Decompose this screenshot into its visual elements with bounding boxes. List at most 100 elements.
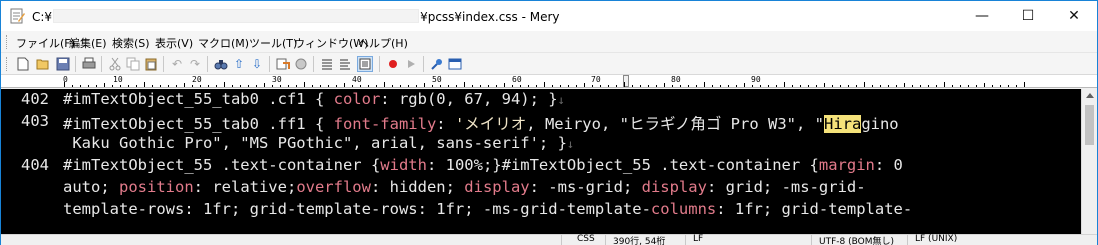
title-bar[interactable]: C:¥ ¥pcss¥index.css - Mery — ☐ ✕	[1, 1, 1097, 31]
cut-icon[interactable]	[107, 56, 123, 72]
status-encoding[interactable]: UTF-8 (BOM無し)	[819, 234, 894, 245]
ruler-tick	[496, 85, 497, 87]
ruler-tick	[408, 85, 409, 87]
copy-icon[interactable]	[125, 56, 141, 72]
ruler-tick	[520, 85, 521, 87]
code-line: #imTextObject_55 .text-container {width:…	[63, 156, 903, 174]
new-file-icon[interactable]	[15, 56, 31, 72]
ruler-tick	[256, 85, 257, 87]
ruler-tick	[992, 85, 993, 87]
ruler-tick	[192, 85, 193, 87]
ruler-tick	[968, 85, 969, 87]
replace-icon[interactable]	[275, 56, 291, 72]
ruler-tick	[1000, 85, 1001, 87]
menu-search[interactable]: 検索(S)	[112, 35, 150, 51]
ruler-tick	[216, 85, 217, 87]
open-folder-icon[interactable]	[35, 56, 51, 72]
ruler-tick	[1008, 85, 1009, 87]
ruler-tick	[72, 85, 73, 87]
record-macro-icon[interactable]	[385, 56, 401, 72]
ruler-tick	[808, 85, 809, 87]
ruler-tick	[536, 85, 537, 87]
ruler-tick	[976, 85, 977, 87]
search-highlight: Hira	[823, 115, 862, 133]
menu-view[interactable]: 表示(V)	[155, 35, 193, 51]
fullscreen-icon[interactable]	[357, 56, 373, 72]
status-syntax[interactable]: CSS	[577, 234, 595, 244]
find-prev-icon[interactable]: ⇧	[231, 56, 247, 72]
ruler-label: 40	[352, 75, 362, 84]
menu-tools[interactable]: ツール(T)	[249, 35, 297, 51]
minimize-button[interactable]: —	[959, 1, 1005, 30]
mark-icon[interactable]	[293, 56, 309, 72]
ruler-tick	[200, 85, 201, 87]
pin-icon[interactable]	[429, 56, 445, 72]
ruler-tick	[1016, 85, 1017, 87]
menu-file[interactable]: ファイル(F)	[16, 35, 75, 51]
ruler-tick	[232, 85, 233, 87]
ruler-tick	[384, 82, 385, 87]
status-eol-mode[interactable]: LF (UNIX)	[915, 234, 957, 244]
find-icon[interactable]	[213, 56, 229, 72]
ruler-tick	[128, 85, 129, 87]
scroll-up-arrow-icon[interactable]	[1086, 93, 1094, 98]
wrap-icon[interactable]	[319, 56, 335, 72]
paste-icon[interactable]	[143, 56, 159, 72]
toolbar-separator	[313, 56, 314, 72]
window-icon[interactable]	[447, 56, 463, 72]
ruler-tick	[928, 85, 929, 87]
ruler-tick	[1024, 82, 1025, 87]
print-icon[interactable]	[81, 56, 97, 72]
code-line: #imTextObject_55_tab0 .cf1 { color: rgb(…	[63, 90, 565, 108]
ruler-tick	[704, 82, 705, 87]
menu-macro[interactable]: マクロ(M)	[198, 35, 249, 51]
menu-edit[interactable]: 編集(E)	[69, 35, 107, 51]
ruler-tick	[680, 85, 681, 87]
scrollbar-thumb[interactable]	[1085, 105, 1094, 145]
line-number: 404	[21, 156, 49, 174]
ruler-tick	[528, 85, 529, 87]
ruler-tick	[616, 85, 617, 87]
toolbar-separator	[75, 56, 76, 72]
toolbar-separator	[269, 56, 270, 72]
wrap-window-icon[interactable]	[337, 56, 353, 72]
ruler-tick	[736, 85, 737, 87]
close-button[interactable]: ✕	[1051, 1, 1097, 30]
ruler-tick	[552, 85, 553, 87]
ruler-tick	[312, 85, 313, 87]
find-next-icon[interactable]: ⇩	[249, 56, 265, 72]
ruler-label: 50	[432, 75, 442, 84]
ruler-tick	[896, 85, 897, 87]
window-title: C:¥ ¥pcss¥index.css - Mery	[32, 9, 560, 24]
ruler-tick	[368, 85, 369, 87]
ruler-tick	[960, 85, 961, 87]
ruler-tick	[792, 85, 793, 87]
menu-grip	[6, 35, 9, 49]
ruler-tick	[448, 85, 449, 87]
toolbar-separator	[207, 56, 208, 72]
play-macro-icon[interactable]	[403, 56, 419, 72]
ruler-tick	[696, 85, 697, 87]
status-separator	[561, 235, 562, 245]
undo-icon[interactable]: ↶	[169, 56, 185, 72]
ruler-tick	[768, 85, 769, 87]
ruler-tick	[88, 85, 89, 87]
menu-help[interactable]: ヘルプ(H)	[358, 35, 408, 51]
mery-app-icon	[10, 8, 25, 24]
ruler-tick	[472, 85, 473, 87]
maximize-button[interactable]: ☐	[1005, 1, 1051, 30]
ruler-tick	[944, 82, 945, 87]
ruler-tick	[488, 85, 489, 87]
status-cursor-position: 390行, 54桁	[613, 237, 666, 245]
status-bar: CSS 390行, 54桁 LF UTF-8 (BOM無し) LF (UNIX)	[1, 234, 1097, 245]
status-newline[interactable]: LF	[693, 234, 703, 244]
status-separator	[605, 235, 606, 245]
ruler-tick	[264, 83, 265, 87]
vertical-scrollbar[interactable]	[1081, 89, 1097, 234]
ruler-tick	[936, 85, 937, 87]
redo-icon[interactable]: ↷	[187, 56, 203, 72]
text-editor[interactable]: 402 403 404 #imTextObject_55_tab0 .cf1 {…	[1, 89, 1081, 234]
menu-bar: ファイル(F) 編集(E) 検索(S) 表示(V) マクロ(M) ツール(T) …	[1, 31, 1097, 53]
save-icon[interactable]	[55, 56, 71, 72]
mery-editor-window: C:¥ ¥pcss¥index.css - Mery — ☐ ✕ ファイル(F) …	[0, 0, 1098, 245]
